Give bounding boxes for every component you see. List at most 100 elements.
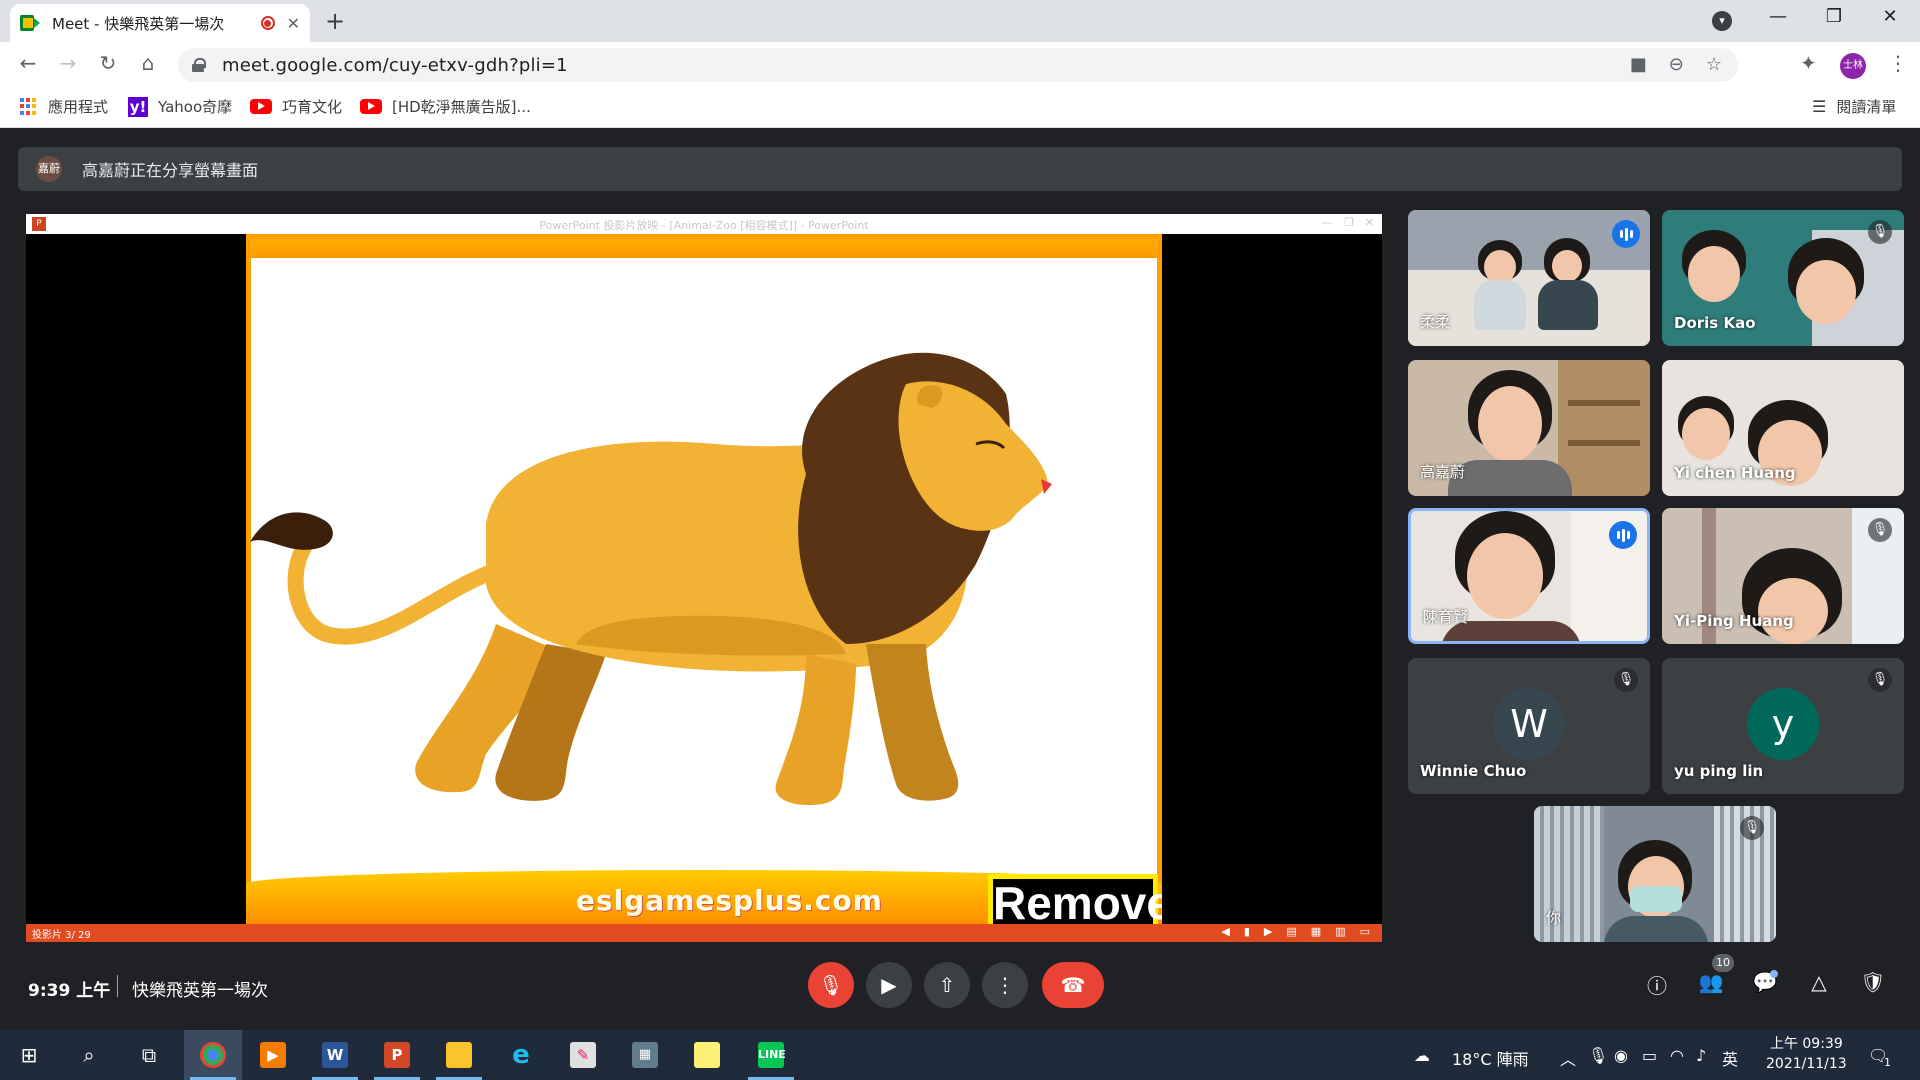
participant-tile[interactable]: 🎙 Yi-Ping Huang [1662, 508, 1904, 644]
taskbar-word[interactable]: W [306, 1030, 364, 1080]
remove-slide-button: Remove [988, 874, 1162, 924]
battery-icon[interactable]: ▭ [1642, 1046, 1657, 1065]
taskbar-sticky-notes[interactable] [678, 1030, 736, 1080]
video-camera-icon: ▶ [881, 973, 897, 997]
present-screen-button[interactable]: ⇧ [924, 962, 970, 1008]
profile-avatar[interactable]: 士林 [1840, 53, 1866, 79]
weather-icon[interactable]: ☁ [1414, 1046, 1430, 1065]
browser-tab-meet[interactable]: Meet - 快樂飛英第一場次 ✕ [10, 4, 310, 42]
task-view-icon: ⧉ [141, 1043, 157, 1067]
bookmark-yahoo[interactable]: y! Yahoo奇摩 [128, 96, 232, 117]
normal-view-icon: ▤ [1286, 925, 1297, 938]
participant-name: 高嘉蔚 [1420, 463, 1466, 481]
participant-tile[interactable]: 🎙 Doris Kao [1662, 210, 1904, 346]
back-arrow-icon[interactable]: ← [14, 51, 42, 75]
windows-taskbar: ⊞ ⌕ ⧉ ▶ W P e ✎ ▦ LINE ☁ 18°C 陣雨 ︿ 🎙 ◉ ▭… [0, 1030, 1920, 1080]
bookmark-star-icon[interactable]: ☆ [1706, 54, 1722, 75]
url-text[interactable]: meet.google.com/cuy-etxv-gdh?pli=1 [222, 55, 568, 76]
participant-tile[interactable]: W 🎙 Winnie Chuo [1408, 658, 1650, 794]
youtube-icon [360, 99, 382, 114]
camera-toggle-button[interactable]: ▶ [866, 962, 912, 1008]
task-view-button[interactable]: ⧉ [120, 1030, 178, 1080]
windows-logo-icon: ⊞ [20, 1043, 38, 1067]
shared-screen[interactable]: P PowerPoint 投影片放映 - [Animal-Zoo [相容模式]]… [26, 214, 1382, 942]
bookmark-apps[interactable]: 應用程式 [20, 96, 108, 117]
tab-close-icon[interactable]: ✕ [287, 14, 300, 33]
activities-icon[interactable]: △ [1804, 970, 1834, 994]
maximize-icon[interactable]: ❐ [1822, 6, 1846, 27]
lion-illustration [250, 352, 1052, 806]
taskbar-powerpoint[interactable]: P [368, 1030, 426, 1080]
host-controls-icon[interactable]: 🛡 [1858, 970, 1888, 994]
wifi-icon[interactable]: ◠ [1670, 1046, 1684, 1065]
taskbar-file-explorer[interactable] [430, 1030, 488, 1080]
window-close-icon[interactable]: ✕ [1878, 6, 1902, 27]
home-icon[interactable]: ⌂ [134, 51, 162, 75]
browser-toolbar: ← → ↻ ⌂ meet.google.com/cuy-etxv-gdh?pli… [0, 42, 1920, 88]
end-call-button[interactable]: ☎ [1042, 962, 1104, 1008]
tray-mic-icon[interactable]: 🎙 [1588, 1046, 1608, 1065]
reading-view-icon: ▥ [1335, 925, 1346, 938]
taskbar-media-player[interactable]: ▶ [244, 1030, 302, 1080]
slide: eslgamesplus.com Remove [246, 234, 1162, 924]
more-options-button[interactable]: ⋮ [982, 962, 1028, 1008]
zoom-icon[interactable]: ⊖ [1669, 54, 1684, 75]
meeting-details-icon[interactable]: ⓘ [1642, 970, 1672, 999]
bookmark-qiaoyu[interactable]: 巧育文化 [250, 96, 342, 117]
recording-indicator-icon [260, 16, 275, 30]
participant-tile[interactable]: 高嘉蔚 [1408, 360, 1650, 496]
mic-off-icon: 🎙 [1740, 816, 1764, 840]
reading-list[interactable]: ☰ 閱讀清單 [1812, 96, 1896, 117]
clock-date: 2021/11/13 [1766, 1056, 1847, 1072]
next-slide-icon: ▶ [1263, 925, 1273, 938]
reload-icon[interactable]: ↻ [94, 51, 122, 75]
participant-tile[interactable]: y 🎙 yu ping lin [1662, 658, 1904, 794]
tab-strip: Meet - 快樂飛英第一場次 ✕ + ▾ — ❐ ✕ [0, 0, 1920, 42]
system-clock[interactable]: 上午 09:39 2021/11/13 [1766, 1034, 1847, 1074]
participant-tile[interactable]: Yi chen Huang [1662, 360, 1904, 496]
taskbar-paint[interactable]: ✎ [554, 1030, 612, 1080]
minimize-icon[interactable]: — [1766, 6, 1790, 27]
speaking-indicator-icon [1609, 521, 1637, 549]
ppt-close-icon: ✕ [1364, 216, 1374, 229]
bookmark-hd[interactable]: [HD乾淨無廣告版]... [360, 96, 531, 117]
browser-menu-icon[interactable]: ⋮ [1888, 51, 1908, 75]
start-button[interactable]: ⊞ [0, 1030, 58, 1080]
powerpoint-icon: P [384, 1042, 410, 1068]
tray-overflow-icon[interactable]: ︿ [1560, 1046, 1576, 1070]
weather-text[interactable]: 18°C 陣雨 [1452, 1046, 1529, 1070]
volume-icon[interactable]: ♪ [1696, 1046, 1706, 1065]
meeting-name: 快樂飛英第一場次 [132, 981, 268, 1001]
tab-search-icon[interactable]: ▾ [1712, 11, 1732, 31]
sticky-notes-icon [694, 1042, 720, 1068]
address-bar[interactable]: meet.google.com/cuy-etxv-gdh?pli=1 ■ ⊖ ☆ [178, 48, 1738, 82]
powerpoint-statusbar: 投影片 3/ 29 ◀ ▮ ▶ ▤ ▦ ▥ ▭ [26, 924, 1382, 942]
people-icon[interactable]: 👥 [1696, 970, 1726, 994]
meet-stage: 嘉蔚 高嘉蔚正在分享螢幕畫面 P PowerPoint 投影片放映 - [Ani… [0, 128, 1920, 1030]
taskbar-calculator[interactable]: ▦ [616, 1030, 674, 1080]
taskbar-line[interactable]: LINE [742, 1030, 800, 1080]
ppt-restore-icon: ❐ [1344, 216, 1354, 229]
yahoo-icon: y! [128, 96, 148, 117]
participant-name: 你 [1546, 909, 1562, 927]
taskbar-internet-explorer[interactable]: e [492, 1030, 550, 1080]
camera-in-use-icon[interactable]: ■ [1630, 54, 1647, 75]
forward-arrow-icon[interactable]: → [54, 51, 82, 75]
media-player-icon: ▶ [260, 1042, 286, 1068]
lock-icon[interactable] [192, 58, 206, 72]
extensions-puzzle-icon[interactable]: ✦ [1800, 51, 1817, 75]
google-meet-favicon-icon [20, 15, 40, 31]
mic-toggle-button[interactable]: 🎙 [808, 962, 854, 1008]
participant-tile[interactable]: 陳育賢 [1408, 508, 1650, 644]
participant-tile[interactable]: 柔柔 [1408, 210, 1650, 346]
search-icon: ⌕ [83, 1043, 95, 1067]
self-view-tile[interactable]: 🎙 你 [1534, 806, 1776, 942]
more-vert-icon: ⋮ [995, 973, 1015, 997]
search-button[interactable]: ⌕ [60, 1030, 118, 1080]
clock-time: 上午 09:39 [1769, 1036, 1843, 1052]
new-tab-icon[interactable]: + [325, 7, 345, 35]
tray-camera-icon[interactable]: ◉ [1614, 1046, 1628, 1065]
input-method[interactable]: 英 [1722, 1046, 1738, 1070]
participant-avatar: y [1747, 688, 1819, 760]
taskbar-chrome[interactable] [184, 1030, 242, 1080]
